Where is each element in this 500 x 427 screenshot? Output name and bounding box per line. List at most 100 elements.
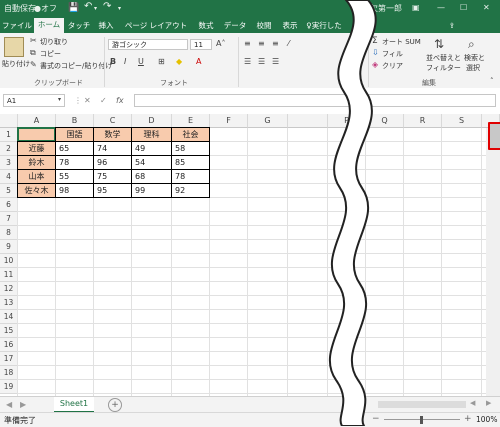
font-name-select[interactable]: 游ゴシック xyxy=(108,39,188,50)
sort-filter-label-1[interactable]: 並べ替えと xyxy=(426,53,461,63)
ribbon-display-icon[interactable]: ▣ xyxy=(412,3,420,12)
row-header[interactable]: 8 xyxy=(0,226,18,240)
save-icon[interactable]: 💾 xyxy=(68,3,79,13)
sheet-next-icon[interactable]: ▶ xyxy=(20,400,26,409)
zoom-out-icon[interactable]: − xyxy=(372,414,380,424)
scrollbar-thumb[interactable] xyxy=(488,122,500,150)
copy-button[interactable]: コピー xyxy=(40,49,61,59)
find-select-icon[interactable]: ⌕ xyxy=(468,37,475,52)
scroll-right-icon[interactable]: ▶ xyxy=(486,399,491,407)
column-header[interactable]: A xyxy=(18,114,56,128)
paste-icon[interactable] xyxy=(4,37,24,57)
undo-dropdown-icon[interactable]: ▾ xyxy=(94,5,97,12)
column-header[interactable]: C xyxy=(94,114,132,128)
name-box[interactable]: A1 xyxy=(3,94,65,107)
horizontal-scrollbar[interactable] xyxy=(378,401,466,408)
active-cell-a1[interactable] xyxy=(17,127,56,142)
row-header[interactable]: 4 xyxy=(0,170,18,184)
row-header[interactable]: 12 xyxy=(0,282,18,296)
row-header[interactable]: 18 xyxy=(0,366,18,380)
cut-icon[interactable]: ✂ xyxy=(30,36,37,45)
collapse-ribbon-icon[interactable]: ˄ xyxy=(490,77,494,85)
table-row-label[interactable]: 山本 xyxy=(17,169,56,184)
fill-color-icon[interactable]: ◆ xyxy=(176,57,182,66)
table-cell[interactable]: 95 xyxy=(93,183,132,198)
tab-data[interactable]: データ xyxy=(220,19,250,33)
formula-options-icon[interactable]: ⋮ xyxy=(74,96,82,105)
column-header[interactable]: R xyxy=(404,114,442,128)
table-cell[interactable]: 65 xyxy=(55,141,94,156)
tab-tell-me[interactable]: ♀実行した xyxy=(306,19,342,33)
align-top-icon[interactable]: ≡ xyxy=(244,39,251,48)
align-middle-icon[interactable]: ≡ xyxy=(258,39,265,48)
fill-icon[interactable]: ⇩ xyxy=(372,48,379,57)
close-icon[interactable]: ✕ xyxy=(483,3,490,12)
table-cell[interactable]: 49 xyxy=(131,141,172,156)
undo-icon[interactable]: ↶ xyxy=(84,1,92,12)
row-header[interactable]: 15 xyxy=(0,324,18,338)
row-header[interactable]: 3 xyxy=(0,156,18,170)
scroll-left-icon[interactable]: ◀ xyxy=(470,399,475,407)
table-cell[interactable]: 78 xyxy=(55,155,94,170)
row-header[interactable]: 11 xyxy=(0,268,18,282)
table-cell[interactable]: 92 xyxy=(171,183,210,198)
increase-font-icon[interactable]: A˄ xyxy=(216,39,225,48)
column-header[interactable]: G xyxy=(248,114,288,128)
align-bottom-icon[interactable]: ≡ xyxy=(272,39,279,48)
minimize-icon[interactable]: — xyxy=(437,3,445,12)
formula-input[interactable] xyxy=(134,94,496,107)
vertical-scrollbar[interactable] xyxy=(486,128,500,396)
redo-icon[interactable]: ↷ xyxy=(103,1,111,12)
row-header[interactable]: 17 xyxy=(0,352,18,366)
row-header[interactable]: 14 xyxy=(0,310,18,324)
sort-filter-label-2[interactable]: フィルター xyxy=(426,63,461,73)
borders-icon[interactable]: ⊞ xyxy=(158,57,165,66)
column-header[interactable]: D xyxy=(132,114,172,128)
table-row-label[interactable]: 鈴木 xyxy=(17,155,56,170)
autosave-toggle[interactable]: ●オフ xyxy=(34,3,57,14)
customize-qat-icon[interactable]: ▾ xyxy=(118,5,121,12)
table-cell[interactable]: 55 xyxy=(55,169,94,184)
paste-button[interactable]: 貼り付け xyxy=(2,59,30,69)
row-header[interactable]: 9 xyxy=(0,240,18,254)
table-cell[interactable]: 96 xyxy=(93,155,132,170)
column-header[interactable]: B xyxy=(56,114,94,128)
table-cell[interactable]: 75 xyxy=(93,169,132,184)
table-cell[interactable]: 74 xyxy=(93,141,132,156)
font-size-select[interactable]: 11 xyxy=(190,39,212,50)
name-box-dropdown-icon[interactable]: ▾ xyxy=(58,96,61,103)
enter-icon[interactable]: ✓ xyxy=(100,96,107,105)
table-row-label[interactable]: 佐々木 xyxy=(17,183,56,198)
user-name[interactable]: 欠第一郎 xyxy=(370,3,402,14)
row-header[interactable]: 7 xyxy=(0,212,18,226)
row-header[interactable]: 1 xyxy=(0,128,18,142)
row-header[interactable]: 5 xyxy=(0,184,18,198)
clear-button[interactable]: クリア xyxy=(382,61,403,71)
find-select-label-2[interactable]: 選択 xyxy=(466,63,480,73)
zoom-in-icon[interactable]: + xyxy=(464,414,472,424)
table-row-label[interactable]: 近藤 xyxy=(17,141,56,156)
table-header-cell[interactable]: 国語 xyxy=(55,127,94,142)
copy-icon[interactable]: ⧉ xyxy=(30,48,36,58)
tab-view[interactable]: 表示 xyxy=(278,19,302,33)
sheet-tab-active[interactable]: Sheet1 xyxy=(54,397,94,413)
column-header[interactable]: P xyxy=(328,114,366,128)
align-center-icon[interactable]: ☰ xyxy=(258,57,265,66)
worksheet-grid[interactable]: A B C D E F G P Q R S 1 2 3 4 5 6 7 8 9 10 11 12 13 1… xyxy=(0,114,500,396)
row-header[interactable]: 16 xyxy=(0,338,18,352)
italic-icon[interactable]: I xyxy=(124,57,126,66)
zoom-level[interactable]: 100% xyxy=(476,415,497,424)
clear-icon[interactable]: ◈ xyxy=(372,60,378,69)
select-all-corner[interactable] xyxy=(0,114,18,128)
column-header[interactable] xyxy=(288,114,328,128)
format-painter-icon[interactable]: ✎ xyxy=(30,60,37,69)
format-painter-button[interactable]: 書式のコピー/貼り付け xyxy=(40,61,112,71)
row-header[interactable]: 10 xyxy=(0,254,18,268)
tab-insert[interactable]: 挿入 xyxy=(94,19,118,33)
table-cell[interactable]: 78 xyxy=(171,169,210,184)
row-header[interactable]: 2 xyxy=(0,142,18,156)
table-cell[interactable]: 85 xyxy=(171,155,210,170)
share-icon[interactable]: ⇪ xyxy=(440,19,464,33)
tab-page-layout[interactable]: ページ レイアウト xyxy=(120,19,192,33)
cancel-icon[interactable]: ✕ xyxy=(84,96,91,105)
